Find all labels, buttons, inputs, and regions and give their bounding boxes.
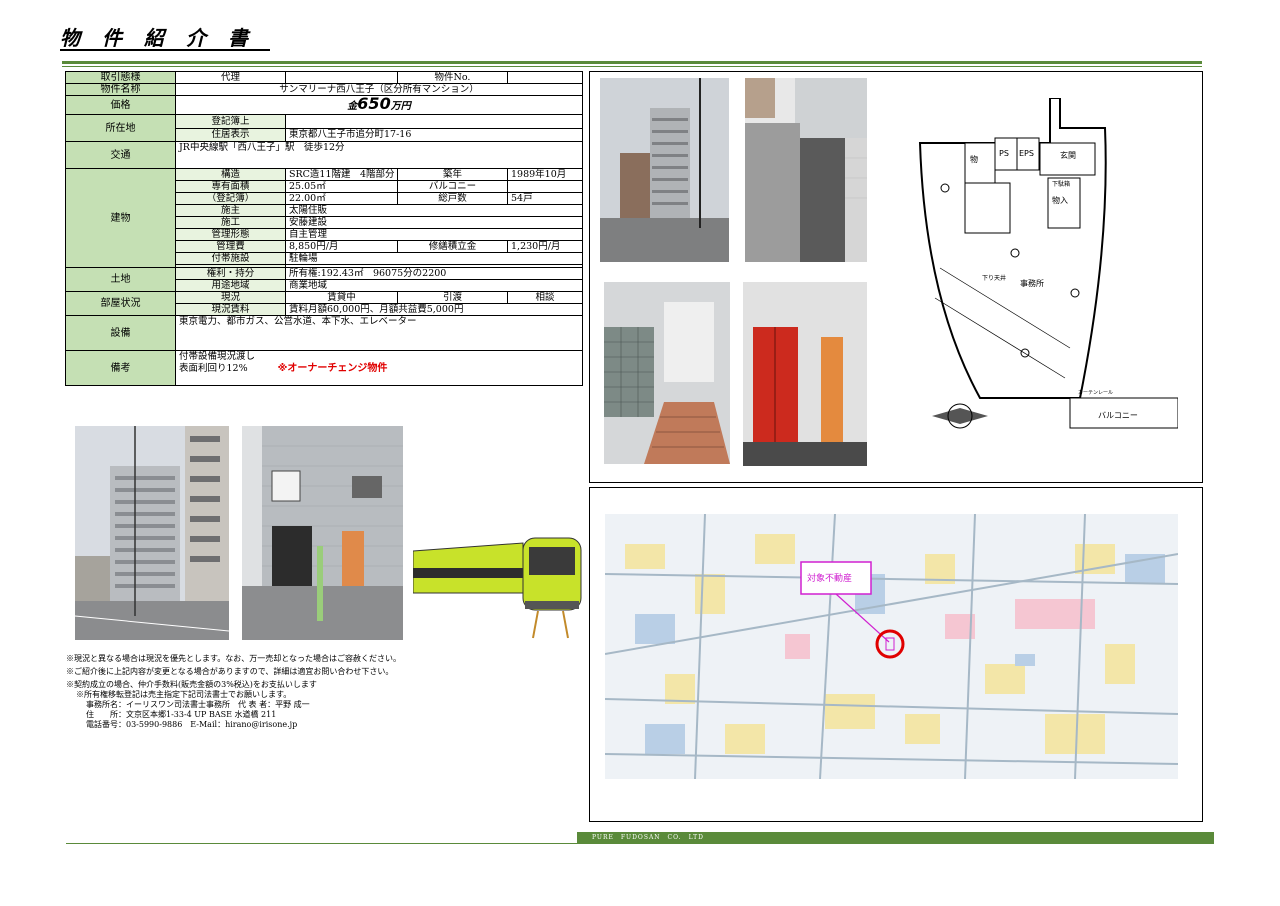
fp-shitabako-label: 下駄箱 xyxy=(1052,180,1070,188)
price-number: 650 xyxy=(357,95,391,113)
status-value: 賃貸中 xyxy=(285,291,398,304)
page-title: 物件紹介書 xyxy=(60,26,270,50)
transaction-extra xyxy=(285,71,398,84)
rights-label: 権利・持分 xyxy=(175,267,286,280)
property-spec-table: 取引態様 代理 物件No. 物件名称 サンマリーナ西八王子（区分所有マンション）… xyxy=(65,71,583,386)
traffic-value: JR中央線駅「西八王子」駅 徒歩12分 xyxy=(175,141,583,169)
built-label: 築年 xyxy=(397,168,508,181)
equip-value: 東京電力、都市ガス、公営水道、本下水、エレベーター xyxy=(175,315,583,351)
remarks-label: 備考 xyxy=(65,350,176,386)
balcony-label: バルコニー xyxy=(397,180,508,193)
rights-value: 所有権:192.43㎡ 96075分の2200 xyxy=(285,267,583,280)
train-illustration xyxy=(413,533,585,641)
fp-monoin-label: 物入 xyxy=(1052,195,1068,205)
owner-value: 太陽住販 xyxy=(285,204,583,217)
builder-label: 施工 xyxy=(175,216,286,229)
note2-line: 電話番号：03-5990-9886 E-Mail：hirano@irisone.… xyxy=(86,720,298,729)
name-value: サンマリーナ西八王子（区分所有マンション） xyxy=(175,83,583,96)
facility-label: 付帯施設 xyxy=(175,252,286,265)
company-footer: PURE FUDOSAN CO. LTD xyxy=(577,832,1214,844)
price-value: 金650万円 xyxy=(175,95,583,115)
fp-office-label: 事務所 xyxy=(1020,278,1044,288)
note2-line: ※所有権移転登記は売主指定下記司法書士でお願いします。 xyxy=(76,690,292,699)
location-map: 対象不動産 xyxy=(605,514,1178,779)
title-rule-thin xyxy=(62,66,1202,67)
address-value: 東京都八王子市追分町17-16 xyxy=(285,127,583,142)
land-label: 土地 xyxy=(65,267,176,292)
mgmt-label: 管理形態 xyxy=(175,228,286,241)
disclaimer-notes: ※現況と異なる場合は現況を優先とします。なお、万一売却となった場合はご容赦くださ… xyxy=(66,652,401,691)
rent-value: 賃料月額60,000円、月額共益費5,000円 xyxy=(285,303,583,316)
fp-ps-label: PS xyxy=(999,149,1009,158)
mailbox-hall-photo xyxy=(604,282,730,464)
location-label: 所在地 xyxy=(65,114,176,142)
area-value: 25.05㎡ xyxy=(285,180,398,193)
builder-value: 安藤建設 xyxy=(285,216,583,229)
note-line: ※現況と異なる場合は現況を優先とします。なお、万一売却となった場合はご容赦くださ… xyxy=(66,654,401,663)
building-label: 建物 xyxy=(65,168,176,268)
units-label: 総戸数 xyxy=(397,192,508,205)
elevator-photo xyxy=(743,282,867,466)
area-label: 専有面積 xyxy=(175,180,286,193)
address-label: 住居表示 xyxy=(175,127,286,142)
fee-value: 8,850円/月 xyxy=(285,240,398,253)
transaction-value: 代理 xyxy=(175,71,286,84)
registry-label: 登記簿上 xyxy=(175,114,286,129)
transaction-label: 取引態様 xyxy=(65,71,176,84)
zone-value: 商業地域 xyxy=(285,279,583,292)
building-exterior-photo xyxy=(75,426,229,640)
reg-area-value: 22.00㎡ xyxy=(285,192,398,205)
repair-label: 修繕積立金 xyxy=(397,240,508,253)
registration-notes: ※所有権移転登記は売主指定下記司法書士でお願いします。 事務所名：イーリスワン司… xyxy=(76,690,310,730)
remarks-value: 付帯設備現況渡し 表面利回り12% ※オーナーチェンジ物件 xyxy=(175,350,583,386)
footer-rule xyxy=(66,843,578,844)
map-target-label: 対象不動産 xyxy=(807,572,852,584)
structure-value: SRC造11階建 4階部分 xyxy=(285,168,398,181)
status-label: 現況 xyxy=(175,291,286,304)
fee-label: 管理費 xyxy=(175,240,286,253)
note-line: ※ご紹介後に上記内容が変更となる場合がありますので、詳細は適宜お問い合わせ下さい… xyxy=(66,667,394,676)
structure-label: 構造 xyxy=(175,168,286,181)
fp-balcony-label: バルコニー xyxy=(1098,411,1138,420)
name-label: 物件名称 xyxy=(65,83,176,96)
facility-value: 駐輪場 xyxy=(285,252,583,265)
property-no-label: 物件No. xyxy=(397,71,508,84)
note2-line: 住 所：文京区本郷1-33-4 UP BASE 水道橋 211 xyxy=(86,710,277,719)
mgmt-value: 自主管理 xyxy=(285,228,583,241)
property-no-value xyxy=(507,71,583,84)
fp-eps-label: EPS xyxy=(1019,149,1034,158)
remarks-line1: 付帯設備現況渡し xyxy=(179,351,256,363)
tower-photo xyxy=(600,78,729,262)
repair-value: 1,230円/月 xyxy=(507,240,583,253)
registry-value xyxy=(285,114,583,129)
traffic-label: 交通 xyxy=(65,141,176,169)
units-value: 54戸 xyxy=(507,192,583,205)
price-prefix: 金 xyxy=(347,101,358,112)
entrance-sign-photo xyxy=(745,78,867,262)
entrance-exterior-photo xyxy=(242,426,403,640)
owner-change-note: ※オーナーチェンジ物件 xyxy=(277,363,388,374)
floor-plan: 物 PS EPS 玄関 下駄箱 物入 事務所 下り天井 バルコニー カーテンレー… xyxy=(900,98,1178,444)
note2-line: 事務所名：イーリスワン司法書士事務所 代 表 者：平野 成一 xyxy=(86,700,310,709)
price-label: 価格 xyxy=(65,95,176,115)
remarks-line2: 表面利回り12% ※オーナーチェンジ物件 xyxy=(179,363,388,374)
price-unit: 万円 xyxy=(390,101,411,112)
room-label: 部屋状況 xyxy=(65,291,176,316)
fp-ceiling-label: 下り天井 xyxy=(982,274,1006,282)
rent-label: 現況賃料 xyxy=(175,303,286,316)
title-rule xyxy=(62,61,1202,64)
built-value: 1989年10月 xyxy=(507,168,583,181)
handover-label: 引渡 xyxy=(397,291,508,304)
balcony-value xyxy=(507,180,583,193)
equip-label: 設備 xyxy=(65,315,176,351)
owner-label: 施主 xyxy=(175,204,286,217)
fp-curtain-label: カーテンレール xyxy=(1078,390,1113,396)
handover-value: 相談 xyxy=(507,291,583,304)
reg-area-label: （登記簿） xyxy=(175,192,286,205)
zone-label: 用途地域 xyxy=(175,279,286,292)
fp-genkan-label: 玄関 xyxy=(1060,150,1076,160)
fp-mono-label: 物 xyxy=(970,154,978,164)
